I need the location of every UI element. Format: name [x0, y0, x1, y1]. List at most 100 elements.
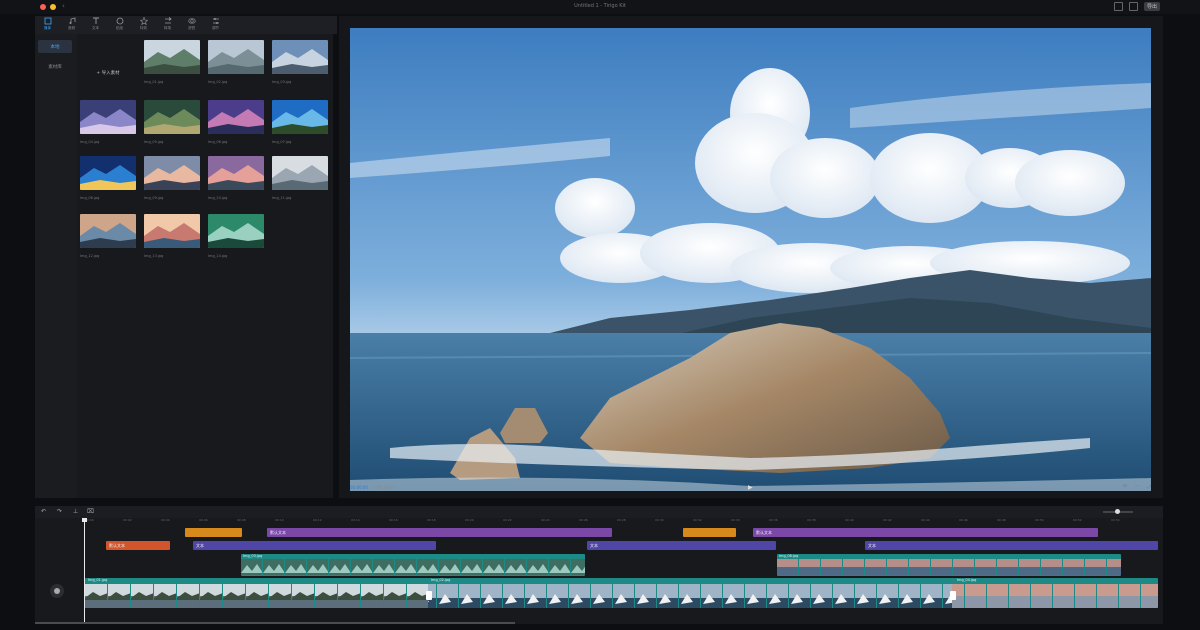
ruler-tick: 00:50	[1035, 518, 1044, 522]
tab-effects[interactable]: 特效	[135, 17, 152, 34]
timeline-scrollbar[interactable]	[35, 622, 515, 624]
tab-label: 转场	[164, 26, 171, 30]
media-item[interactable]: Img_02.jpg	[208, 40, 264, 84]
media-item-name: Img_09.jpg	[144, 196, 164, 200]
transition-icon	[164, 17, 172, 24]
media-item-name: Img_08.jpg	[80, 196, 100, 200]
tab-adjust[interactable]: 调节	[207, 17, 224, 34]
timeline-clip-text[interactable]: 默认文本	[753, 528, 1098, 537]
ruler-tick: 00:12	[313, 518, 322, 522]
adjust-icon	[212, 18, 219, 24]
tab-sticker[interactable]: 贴纸	[111, 17, 128, 34]
side-item-local[interactable]: 本地	[38, 40, 72, 53]
media-item[interactable]: Img_04.jpg	[80, 100, 136, 144]
time-ruler[interactable]: 00:00 00:02 00:04 00:06 00:08 00:10 00:12 00:14…	[85, 518, 1160, 524]
thumbnail-image	[144, 40, 200, 74]
media-item-name: Img_07.jpg	[272, 140, 292, 144]
thumbnail-image	[272, 156, 328, 190]
track-cover-button[interactable]	[50, 584, 64, 598]
media-item[interactable]: Img_08.jpg	[80, 156, 136, 200]
preview-video[interactable]	[350, 28, 1151, 491]
media-item[interactable]: Img_13.jpg	[144, 214, 200, 258]
undo-icon[interactable]: ↶	[41, 508, 46, 515]
thumbnail-image	[80, 214, 136, 248]
filmstrip	[777, 559, 1121, 575]
media-item[interactable]: Img_09.jpg	[144, 156, 200, 200]
media-icon	[44, 17, 51, 25]
media-item[interactable]: Img_06.jpg	[208, 100, 264, 144]
media-item-name: Img_14.jpg	[208, 254, 228, 258]
zoom-knob[interactable]	[1115, 509, 1120, 514]
timeline-clip-audio[interactable]	[185, 528, 242, 537]
timeline-clip-title[interactable]: 默认文本	[106, 541, 170, 550]
window-title: Untitled 1 - Tirigo Kit	[574, 3, 626, 9]
ruler-tick: 00:34	[731, 518, 740, 522]
thumbnail-image	[208, 156, 264, 190]
tab-music[interactable]: 音频	[63, 17, 80, 34]
media-item[interactable]: Img_12.jpg	[80, 214, 136, 258]
timeline-clip-overlay[interactable]: Img_03.jpg	[241, 554, 585, 576]
tab-filter[interactable]: 滤镜	[183, 17, 200, 34]
media-item[interactable]: Img_11.jpg	[272, 156, 328, 200]
media-item-name: Img_05.jpg	[144, 140, 164, 144]
close-window-button[interactable]	[40, 4, 46, 10]
timeline-panel: ↶ ↷ ⊥ ⌧ 00:00 00:02 00:04 00:06 00:08 00:10 00…	[35, 506, 1163, 624]
media-item[interactable]: Img_01.jpg	[144, 40, 200, 84]
ruler-tick: 00:02	[123, 518, 132, 522]
tab-label: 贴纸	[116, 26, 123, 30]
timeline-clip-text[interactable]: 文本	[193, 541, 436, 550]
title-bar: ‹ Untitled 1 - Tirigo Kit 导出	[0, 0, 1200, 14]
media-item-name: Img_01.jpg	[144, 80, 164, 84]
media-item[interactable]: Img_14.jpg	[208, 214, 264, 258]
back-arrow-icon[interactable]: ‹	[62, 2, 65, 10]
split-icon[interactable]: ⊥	[73, 508, 78, 515]
filter-icon	[187, 18, 196, 24]
ruler-tick: 00:14	[351, 518, 360, 522]
media-item-name: Img_13.jpg	[144, 254, 164, 258]
clip-label: Img_04.jpg	[957, 578, 977, 582]
redo-icon[interactable]: ↷	[57, 508, 62, 515]
side-item-library[interactable]: 素材库	[38, 60, 72, 73]
zoom-slider[interactable]	[1103, 509, 1133, 514]
export-button[interactable]: 导出	[1143, 2, 1160, 11]
tab-transition[interactable]: 转场	[159, 17, 176, 34]
media-item[interactable]: Img_03.jpg	[272, 40, 328, 84]
delete-icon[interactable]: ⌧	[87, 508, 94, 515]
thumbnail-image	[144, 156, 200, 190]
more-icon[interactable]: ⋯	[1135, 484, 1140, 490]
playhead[interactable]	[84, 518, 85, 622]
preview-panel: 00:00:00 / 00:13:07 ▶ ⊡ ⋯ ⤢	[339, 16, 1163, 498]
thumbnail-image	[208, 214, 264, 248]
media-item[interactable]: Img_07.jpg	[272, 100, 328, 144]
import-media-button[interactable]: + 导入素材	[80, 54, 136, 92]
text-icon	[92, 17, 99, 24]
ruler-tick: 00:42	[883, 518, 892, 522]
thumbnail-image	[272, 100, 328, 134]
ruler-tick: 00:48	[997, 518, 1006, 522]
timeline-clip-text[interactable]: 默认文本	[267, 528, 612, 537]
ruler-tick: 00:26	[579, 518, 588, 522]
timeline-clip-text[interactable]: 文本	[865, 541, 1158, 550]
filmstrip	[85, 584, 1158, 608]
settings-icon[interactable]	[1128, 2, 1138, 11]
tab-label: 特效	[140, 26, 147, 30]
play-icon[interactable]: ▶	[748, 484, 753, 491]
thumbnail-image	[144, 214, 200, 248]
tab-media[interactable]: 媒体	[39, 17, 56, 34]
media-item-name: Img_04.jpg	[80, 140, 100, 144]
preview-controls: 00:00:00 / 00:13:07 ▶ ⊡ ⋯ ⤢	[350, 484, 1151, 498]
total-time: / 00:13:07	[374, 485, 395, 490]
fullscreen-icon[interactable]: ⤢	[1147, 484, 1151, 490]
timeline-clip-text[interactable]: 文本	[587, 541, 776, 550]
timeline-clip-overlay[interactable]: Img_08.jpg	[777, 554, 1121, 576]
media-item[interactable]: Img_10.jpg	[208, 156, 264, 200]
sticker-icon	[116, 17, 123, 25]
media-item[interactable]: Img_05.jpg	[144, 100, 200, 144]
minimize-window-button[interactable]	[50, 4, 56, 10]
tab-text[interactable]: 文本	[87, 17, 104, 34]
timeline-main-track[interactable]: Img_01.jpg Img_02.jpg Img_04.jpg	[85, 578, 1158, 608]
layout-icon[interactable]	[1113, 2, 1123, 11]
timeline-clip-audio[interactable]	[683, 528, 736, 537]
tab-label: 调节	[212, 26, 219, 30]
ratio-icon[interactable]: ⊡	[1123, 484, 1127, 490]
